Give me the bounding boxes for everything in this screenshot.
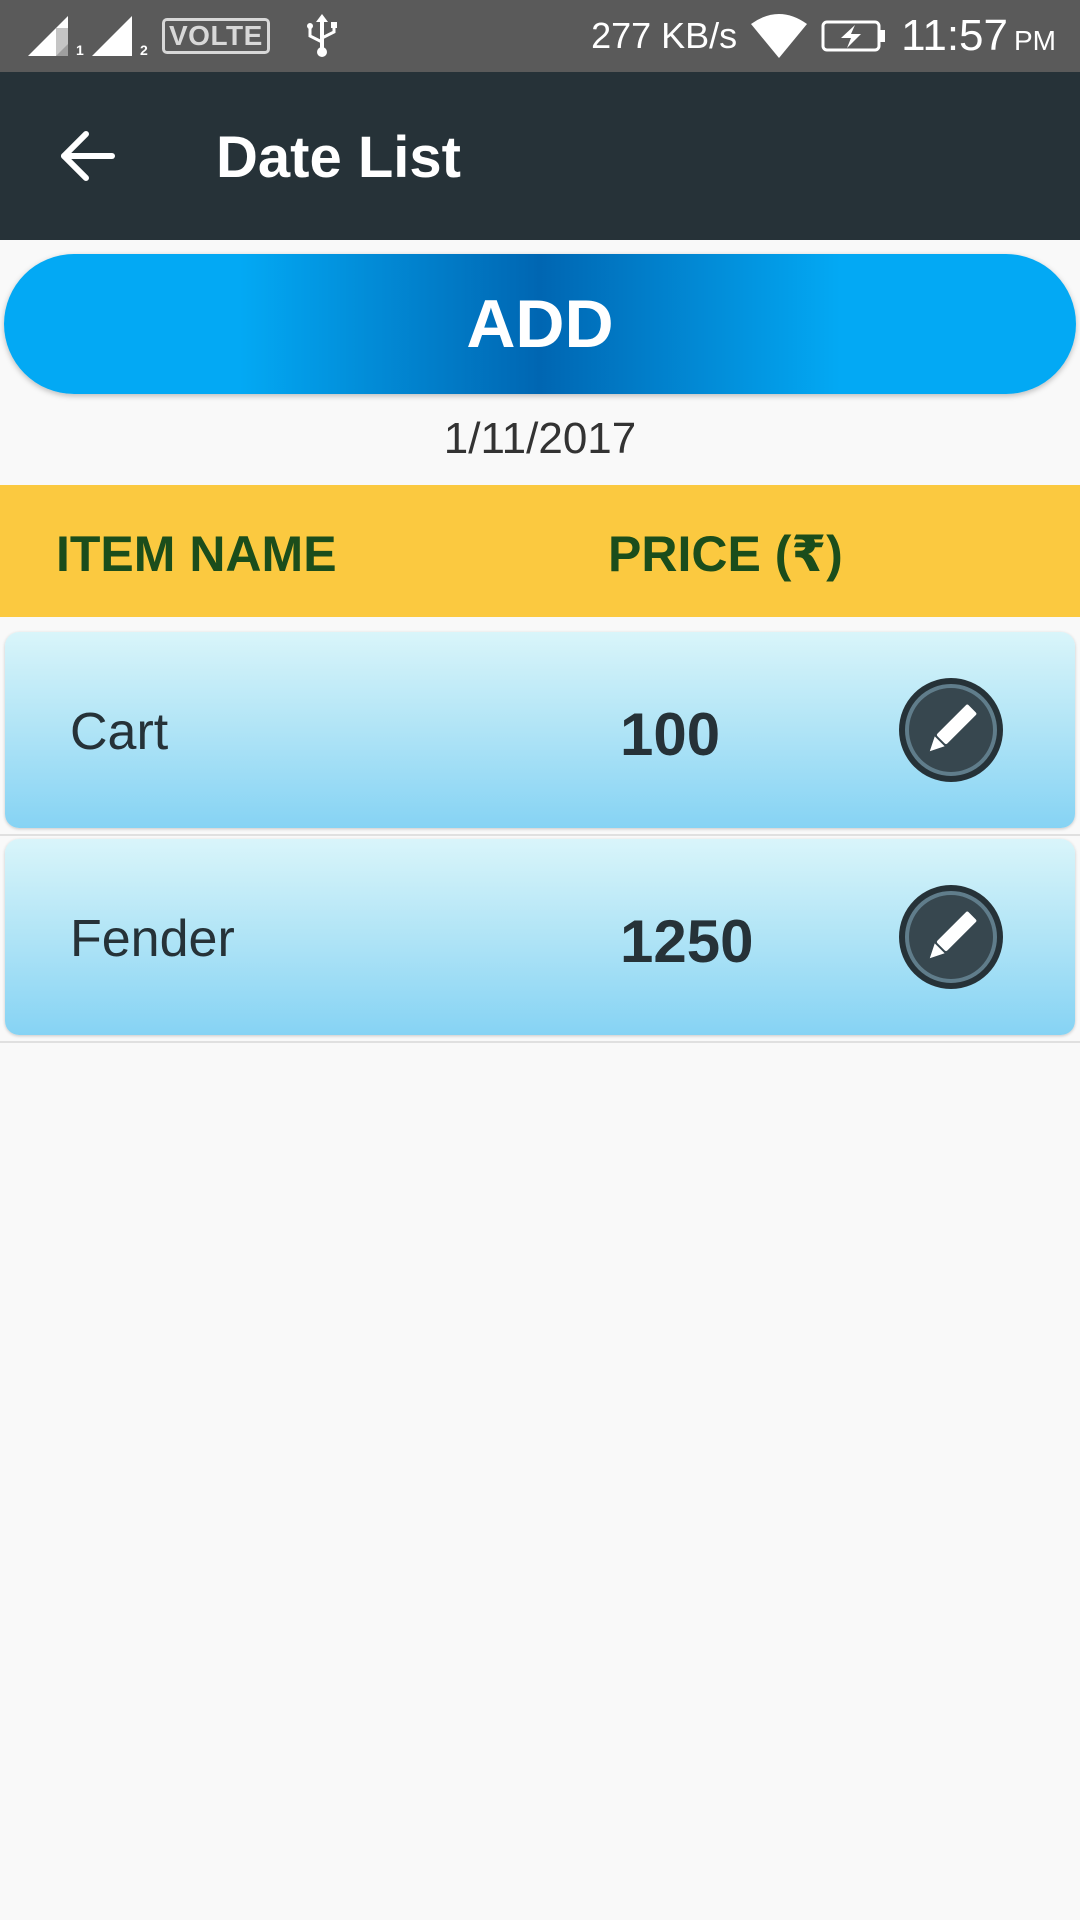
add-button[interactable]: ADD — [4, 254, 1076, 394]
sim2-label: 2 — [140, 42, 148, 58]
back-button[interactable] — [58, 126, 118, 186]
page-title: Date List — [216, 125, 461, 190]
clock-ampm: PM — [1014, 25, 1056, 56]
column-header-price: PRICE (₹) — [608, 526, 843, 582]
item-name: Fender — [70, 910, 235, 968]
column-header-item-name: ITEM NAME — [56, 526, 337, 582]
date-label: 1/11/2017 — [443, 414, 637, 463]
arrow-back-icon — [61, 131, 115, 181]
edit-pencil-icon — [899, 678, 1003, 782]
signal-sim2-icon — [92, 16, 132, 56]
row-divider — [0, 1041, 1080, 1043]
row-divider — [0, 834, 1080, 836]
app-bar: Date List — [0, 72, 1080, 240]
signal-sim2: 2 — [92, 16, 148, 58]
sim1-label: 1 — [76, 42, 84, 58]
list-item[interactable]: Cart 100 — [5, 632, 1075, 828]
wifi-icon — [751, 14, 808, 58]
list-header: ITEM NAME PRICE (₹) — [0, 485, 1080, 617]
list-item[interactable]: Fender 1250 — [5, 839, 1075, 1035]
clock-time: 11:57 — [901, 11, 1008, 60]
signal-sim1-icon — [28, 16, 68, 56]
item-name: Cart — [70, 703, 169, 761]
clock: 11:57 PM — [901, 11, 1056, 61]
edit-button[interactable] — [897, 676, 1005, 784]
network-speed: 277 KB/s — [591, 15, 738, 56]
edit-pencil-icon — [899, 885, 1003, 989]
status-bar: 1 2 VOLTE 277 KB/s 11:57 PM — [0, 0, 1080, 72]
status-right-group: 277 KB/s 11:57 PM — [591, 0, 1056, 72]
signal-sim1: 1 — [28, 16, 84, 58]
battery-charging-icon — [821, 20, 886, 52]
volte-icon: VOLTE — [162, 18, 270, 54]
edit-button[interactable] — [897, 883, 1005, 991]
item-price: 100 — [620, 701, 721, 768]
usb-icon — [306, 14, 337, 57]
item-price: 1250 — [620, 908, 754, 975]
status-left-group: 1 2 VOLTE — [28, 0, 338, 72]
